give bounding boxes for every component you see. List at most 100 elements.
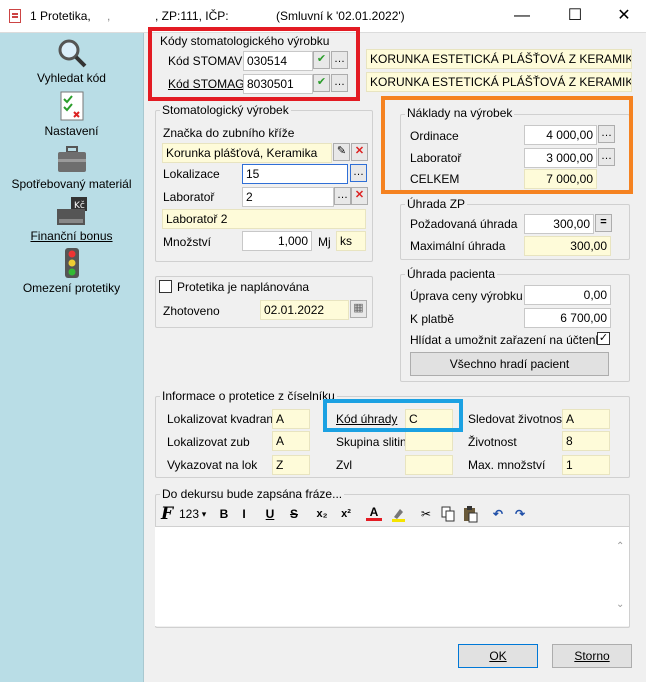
sidebar-item-settings[interactable]: Nastavení [0,90,143,138]
requested-equals-button[interactable]: = [595,214,612,232]
max-quantity-label: Max. množství [468,458,546,472]
font-size-button[interactable]: 123 [178,505,200,523]
sidebar-item-material[interactable]: Spotřebovaný materiál [0,143,143,191]
scroll-up-icon[interactable]: ⌃ [616,541,624,552]
laboratory-browse-button[interactable]: … [334,187,351,205]
underline-button[interactable]: U [262,505,278,523]
cash-register-icon: Kč [55,195,89,227]
quantity-label: Množství [163,235,212,249]
scroll-down-icon[interactable]: ⌄ [616,599,624,610]
done-label: Zhotoveno [163,304,220,318]
highlighter-icon[interactable] [390,505,406,523]
highlight-codes [148,27,360,101]
superscript-button[interactable]: x² [338,505,354,523]
zub-field: A [272,431,310,451]
unit-field: ks [336,231,366,251]
redo-icon[interactable]: ↷ [512,505,528,523]
lifetime-label: Životnost [468,435,517,449]
cancel-button[interactable]: Storno [552,644,632,668]
font-button[interactable]: F [159,505,175,523]
ok-label: OK [489,649,507,663]
max-reimbursement-field: 300,00 [524,236,611,256]
info-title: Informace o protetice z číselníku [160,389,337,403]
editor-scrollbar[interactable]: ⌃ ⌄ [612,527,629,625]
brand-edit-button[interactable]: ✎ [333,143,350,161]
zvl-field [405,455,453,475]
sidebar-item-label: Vyhledat kód [37,71,106,85]
sidebar-item-prosthetics-limits[interactable]: Omezení protetiky [0,247,143,295]
price-adjust-label: Úprava ceny výrobku [410,289,523,303]
max-quantity-field: 1 [562,455,610,475]
receipt-check-label: Hlídat a umožnit zařazení na účtenku [410,333,609,347]
lok-label: Vykazovat na lok [167,458,258,472]
sidebar-item-label: Finanční bonus [30,229,113,243]
calendar-icon[interactable]: ▦ [350,300,367,318]
laboratory-clear-button[interactable]: ✕ [351,187,368,205]
font-size-dropdown-icon[interactable]: ▾ [200,505,208,523]
highlight-costs [381,96,633,194]
highlight-payment-code [323,399,463,432]
lifetime-field: 8 [562,431,610,451]
requested-label: Požadovaná úhrada [410,217,518,231]
brand-field[interactable]: Korunka plášťová, Keramika [162,143,332,163]
undo-icon[interactable]: ↶ [490,505,506,523]
localization-input[interactable]: 15 [242,164,348,184]
strike-button[interactable]: S [286,505,302,523]
requested-input[interactable]: 300,00 [524,214,594,234]
window-title-masked: , [107,9,111,23]
brand-clear-button[interactable]: ✕ [351,143,368,161]
stomav-description: KORUNKA ESTETICKÁ PLÁŠŤOVÁ Z KERAMIKY -.… [366,49,632,69]
maximize-button[interactable]: ☐ [563,6,587,26]
text-color-button[interactable]: A [366,505,382,521]
all-patient-pays-button[interactable]: Všechno hradí pacient [410,352,609,376]
sidebar-item-label: Omezení protetiky [22,281,121,295]
receipt-checkbox[interactable]: ✓ [597,332,610,345]
ok-button[interactable]: OK [458,644,538,668]
quantity-input[interactable]: 1,000 [242,231,312,251]
patient-title: Úhrada pacienta [405,267,498,281]
close-button[interactable]: ✕ [612,6,636,26]
localization-browse-button[interactable]: … [350,164,367,182]
sidebar-item-search-code[interactable]: Vyhledat kód [0,37,143,85]
cut-icon[interactable]: ✂ [418,505,434,523]
sidebar-item-label: Nastavení [44,124,99,138]
copy-icon[interactable] [440,505,456,523]
product-title: Stomatologický výrobek [160,103,291,117]
sidebar: Vyhledat kód Nastavení Spotřebovaný mate… [0,33,143,682]
magnifier-icon [55,37,89,69]
laboratory-input[interactable]: 2 [242,187,334,207]
kvadrant-label: Lokalizovat kvadrant [167,412,277,426]
laboratory-label: Laboratoř [163,190,215,204]
stomag-description: KORUNKA ESTETICKÁ PLÁŠŤOVÁ Z KERAMIKY [366,72,632,92]
track-lifetime-label: Sledovat životnost [468,412,566,426]
track-lifetime-field: A [562,409,610,429]
max-reimbursement-label: Maximální úhrada [410,239,506,253]
to-pay-input[interactable]: 6 700,00 [524,308,611,328]
traffic-light-icon [55,247,89,279]
to-pay-label: K platbě [410,312,455,326]
zvl-label: Zvl [336,458,352,472]
brand-label: Značka do zubního kříže [163,126,295,140]
sidebar-item-label: Spotřebovaný materiál [11,177,132,191]
price-adjust-input[interactable]: 0,00 [524,285,611,305]
paste-icon[interactable] [462,505,478,523]
zub-label: Lokalizovat zub [167,435,250,449]
kvadrant-field: A [272,409,310,429]
cancel-label: Storno [574,649,610,663]
done-date-field[interactable]: 02.01.2022 [260,300,349,320]
localization-label: Lokalizace [163,167,220,181]
planned-checkbox[interactable] [159,280,172,293]
phrase-editor[interactable] [155,526,629,626]
app-icon [9,9,21,23]
window-title-insurance: , ZP:111, IČP: [155,9,229,23]
zp-title: Úhrada ZP [405,197,468,211]
italic-button[interactable]: I [236,505,252,523]
subscript-button[interactable]: x₂ [314,505,330,523]
sidebar-item-financial-bonus[interactable]: Kč Finanční bonus [0,195,143,243]
briefcase-icon [55,143,89,175]
laboratory-name: Laboratoř 2 [162,209,366,229]
editor-title: Do dekursu bude zapsána fráze... [160,487,345,501]
planned-label: Protetika je naplánována [177,280,310,294]
bold-button[interactable]: B [216,505,232,523]
minimize-button[interactable]: — [510,6,534,26]
